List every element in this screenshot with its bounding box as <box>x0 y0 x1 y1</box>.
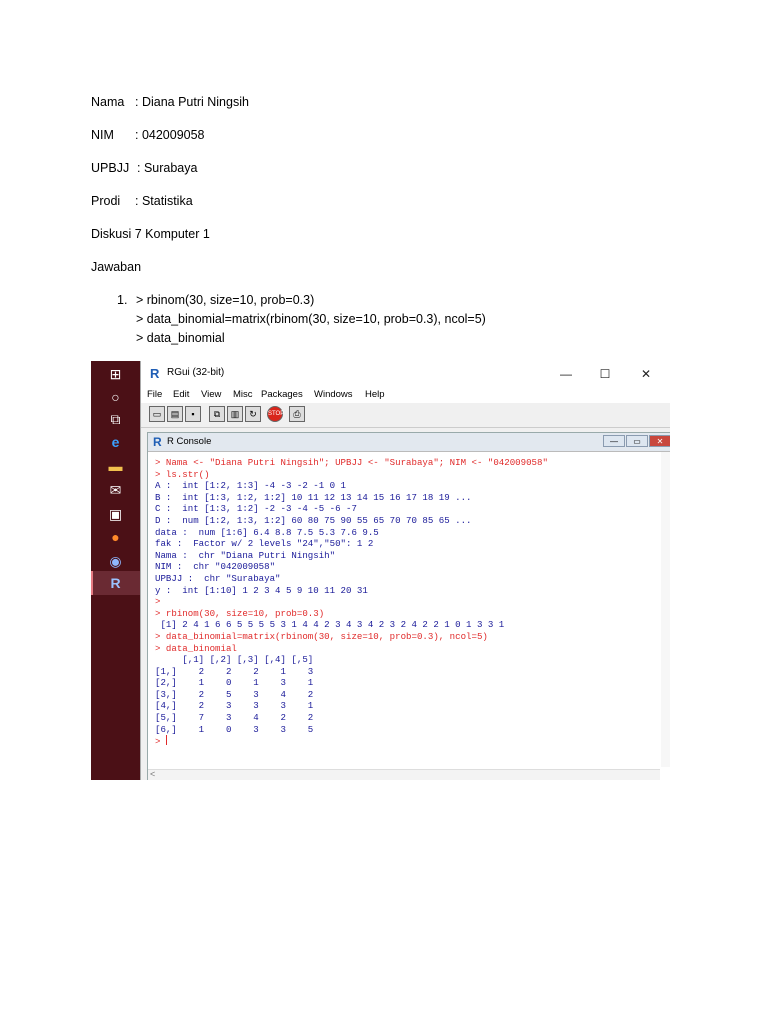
menu-file[interactable]: File <box>147 389 162 400</box>
windows-taskbar: ⊞ ○ ⧉ e ▬ ✉ ▣ ● ◉ R <box>91 361 140 780</box>
console-line: [1,] 2 2 2 1 3 <box>155 665 314 677</box>
field-upbjj: UPBJJ : Surabaya <box>91 161 197 175</box>
console-maximize-button[interactable]: ▭ <box>626 435 648 447</box>
open-script-icon[interactable]: ▭ <box>149 406 165 422</box>
assignment-heading: Diskusi 7 Komputer 1 <box>91 227 210 241</box>
r-logo-icon: R <box>153 435 162 449</box>
active-app-indicator <box>91 571 93 595</box>
save-workspace-icon[interactable]: ▪ <box>185 406 201 422</box>
console-line: [4,] 2 3 3 3 1 <box>155 700 314 712</box>
close-button[interactable]: ✕ <box>626 363 666 385</box>
task-view-icon[interactable]: ⧉ <box>91 407 140 431</box>
console-line: Nama : chr "Diana Putri Ningsih" <box>155 549 336 561</box>
load-workspace-icon[interactable]: ▤ <box>167 406 183 422</box>
console-line: A : int [1:2, 1:3] -4 -3 -2 -1 0 1 <box>155 480 346 492</box>
console-line: UPBJJ : chr "Surabaya" <box>155 572 281 584</box>
prompt-symbol: > <box>155 736 166 748</box>
console-line: > data_binomial <box>155 642 237 654</box>
console-title: R Console <box>167 436 212 447</box>
toolbar: ▭ ▤ ▪ ⧉ ▥ ↻ STOP ⎙ <box>141 403 670 428</box>
copy-paste-icon[interactable]: ↻ <box>245 406 261 422</box>
console-line: > data_binomial=matrix(rbinom(30, size=1… <box>155 630 488 642</box>
print-icon[interactable]: ⎙ <box>289 406 305 422</box>
stop-icon[interactable]: STOP <box>267 406 284 422</box>
internet-explorer-icon[interactable]: e <box>91 430 140 454</box>
horizontal-scrollbar[interactable]: < <box>148 769 660 780</box>
console-prompt[interactable]: > <box>155 735 660 748</box>
text-cursor <box>165 735 167 746</box>
field-value: : Statistika <box>135 194 193 208</box>
vertical-scrollbar[interactable] <box>661 452 670 767</box>
menu-help[interactable]: Help <box>365 389 385 400</box>
field-label: Nama <box>91 95 125 109</box>
console-output[interactable]: > Nama <- "Diana Putri Ningsih"; UPBJJ <… <box>155 457 660 757</box>
field-value: : Surabaya <box>137 161 198 175</box>
field-label: UPBJJ <box>91 161 130 175</box>
rgui-window: R RGui (32-bit) — ☐ ✕ File Edit View Mis… <box>140 361 670 780</box>
console-line: [3,] 2 5 3 4 2 <box>155 688 314 700</box>
console-line: [,1] [,2] [,3] [,4] [,5] <box>155 654 314 666</box>
console-line: C : int [1:3, 1:2] -2 -3 -4 -5 -6 -7 <box>155 503 357 515</box>
menu-view[interactable]: View <box>201 389 221 400</box>
mail-icon[interactable]: ✉ <box>91 478 140 502</box>
minimize-button[interactable]: — <box>546 363 586 385</box>
field-label: Prodi <box>91 194 121 208</box>
scroll-left-icon[interactable]: < <box>150 769 155 779</box>
copy-icon[interactable]: ⧉ <box>209 406 225 422</box>
rgui-titlebar[interactable]: R RGui (32-bit) — ☐ ✕ <box>141 361 670 387</box>
r-logo-icon: R <box>150 366 160 381</box>
r-app-icon[interactable]: R <box>91 571 140 595</box>
console-close-button[interactable]: ✕ <box>649 435 670 447</box>
command-line-2: > data_binomial=matrix(rbinom(30, size=1… <box>136 312 486 326</box>
command-line-3: > data_binomial <box>136 331 225 345</box>
answer-label: Jawaban <box>91 260 142 274</box>
field-nama: Nama : Diana Putri Ningsih <box>91 95 249 109</box>
console-line: > <box>155 596 161 608</box>
windows-start-icon[interactable]: ⊞ <box>91 362 140 386</box>
command-line-1: > rbinom(30, size=10, prob=0.3) <box>136 293 315 307</box>
r-console-window: R R Console — ▭ ✕ > Nama <- "Diana Putri… <box>147 432 670 780</box>
console-line: [2,] 1 0 1 3 1 <box>155 677 314 689</box>
console-line: [6,] 1 0 3 3 5 <box>155 723 314 735</box>
field-label: NIM <box>91 128 114 142</box>
console-line: data : num [1:6] 6.4 8.8 7.5 5.3 7.6 9.5 <box>155 526 379 538</box>
field-nim: NIM : 042009058 <box>91 128 205 142</box>
console-line: NIM : chr "042009058" <box>155 561 276 573</box>
console-line: > rbinom(30, size=10, prob=0.3) <box>155 607 325 619</box>
store-icon[interactable]: ▣ <box>91 502 140 526</box>
field-value: : 042009058 <box>135 128 205 142</box>
menu-bar: File Edit View Misc Packages Windows Hel… <box>141 387 670 403</box>
console-minimize-button[interactable]: — <box>603 435 625 447</box>
r-console-titlebar[interactable]: R R Console — ▭ ✕ <box>148 433 670 452</box>
search-icon[interactable]: ○ <box>91 385 140 409</box>
console-line: [1] 2 4 1 6 6 5 5 5 5 3 1 4 4 2 3 4 3 4 … <box>155 619 505 631</box>
firefox-icon[interactable]: ● <box>91 525 140 549</box>
window-title: RGui (32-bit) <box>167 367 225 378</box>
console-line: D : num [1:2, 1:3, 1:2] 60 80 75 90 55 6… <box>155 514 472 526</box>
console-line: [5,] 7 3 4 2 2 <box>155 712 314 724</box>
menu-edit[interactable]: Edit <box>173 389 189 400</box>
menu-packages[interactable]: Packages <box>261 389 303 400</box>
maximize-button[interactable]: ☐ <box>585 363 625 385</box>
console-line: fak : Factor w/ 2 levels "24","50": 1 2 <box>155 538 374 550</box>
rgui-screenshot: ⊞ ○ ⧉ e ▬ ✉ ▣ ● ◉ R R RGui (32-bit) — ☐ … <box>91 361 670 780</box>
paste-icon[interactable]: ▥ <box>227 406 243 422</box>
console-line: B : int [1:3, 1:2, 1:2] 10 11 12 13 14 1… <box>155 491 472 503</box>
list-number: 1. <box>117 293 128 307</box>
menu-windows[interactable]: Windows <box>314 389 353 400</box>
menu-misc[interactable]: Misc <box>233 389 253 400</box>
console-line: > ls.str() <box>155 468 210 480</box>
field-value: : Diana Putri Ningsih <box>135 95 249 109</box>
field-prodi: Prodi : Statistika <box>91 194 193 208</box>
console-line: > Nama <- "Diana Putri Ningsih"; UPBJJ <… <box>155 457 548 468</box>
console-line: y : int [1:10] 1 2 3 4 5 9 10 11 20 31 <box>155 584 368 596</box>
chrome-icon[interactable]: ◉ <box>91 549 140 573</box>
file-explorer-icon[interactable]: ▬ <box>91 454 140 478</box>
